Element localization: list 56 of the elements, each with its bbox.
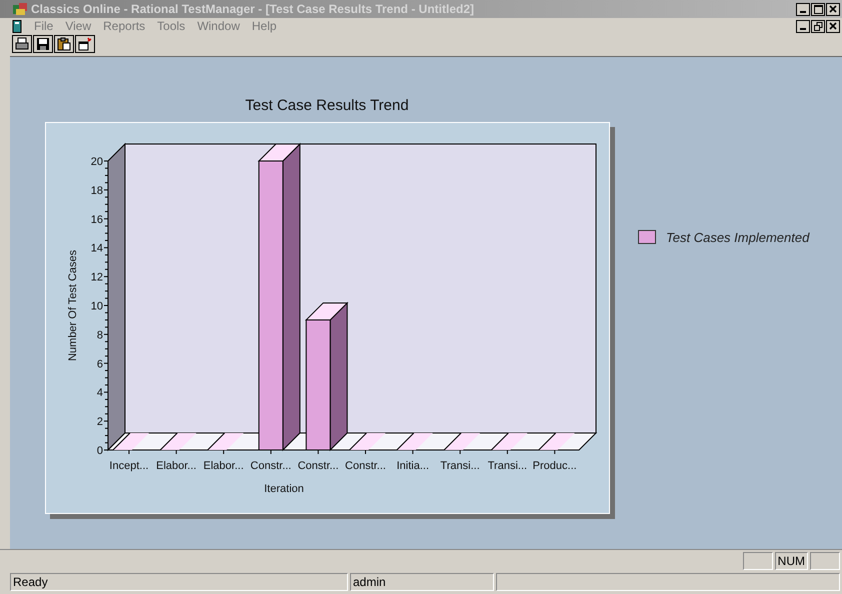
- status-text: admin: [350, 573, 494, 591]
- y-tick-label: 8: [96, 329, 102, 342]
- new-window-button[interactable]: [75, 35, 95, 53]
- window-icon: [78, 37, 92, 51]
- menu-item[interactable]: View: [65, 19, 92, 33]
- y-tick-label: 12: [90, 272, 102, 284]
- y-tick-label: 6: [96, 358, 102, 370]
- menu-item[interactable]: Reports: [103, 19, 146, 33]
- restore-icon: [814, 22, 822, 30]
- maximize-button[interactable]: [811, 2, 825, 16]
- status-indicator: NUM: [774, 552, 808, 570]
- y-tick-label: 18: [90, 184, 102, 197]
- chart-title: Test Case Results Trend: [245, 97, 409, 114]
- y-tick-label: 0: [96, 445, 102, 457]
- x-tick-label: Constr...: [250, 460, 291, 472]
- menu-item[interactable]: Tools: [157, 19, 186, 33]
- y-tick-label: 2: [96, 416, 102, 428]
- y-tick-label: 10: [90, 300, 102, 312]
- x-tick-label: Initia...: [396, 460, 428, 472]
- status-text: Ready: [10, 573, 348, 591]
- document-icon: [12, 20, 22, 32]
- close-button[interactable]: [826, 20, 840, 32]
- save-button[interactable]: [33, 35, 53, 53]
- legend-label: Test Cases Implemented: [666, 230, 810, 244]
- paste-button[interactable]: [54, 35, 74, 53]
- y-tick-label: 14: [90, 242, 102, 255]
- x-axis-title: Iteration: [264, 483, 304, 495]
- app-icon: [12, 2, 28, 16]
- y-tick-label: 4: [96, 387, 102, 400]
- minimize-button[interactable]: [796, 20, 810, 32]
- menu-item[interactable]: File: [34, 19, 54, 33]
- menu-item[interactable]: Help: [252, 19, 277, 33]
- close-button[interactable]: [826, 2, 840, 16]
- close-icon: [829, 22, 837, 30]
- x-tick-label: Transi...: [487, 460, 527, 472]
- status-pane: [810, 552, 840, 570]
- clipboard-icon: [57, 37, 71, 51]
- x-tick-label: Elabor...: [156, 460, 196, 472]
- x-tick-label: Constr...: [297, 460, 338, 472]
- maximize-icon: [814, 4, 822, 14]
- y-axis-title: Number Of Test Cases: [66, 250, 78, 362]
- restore-button[interactable]: [811, 20, 825, 32]
- x-tick-label: Produc...: [532, 460, 576, 472]
- minimize-button[interactable]: [796, 2, 810, 16]
- y-tick-label: 20: [90, 156, 102, 168]
- printer-icon: [15, 37, 29, 51]
- close-icon: [829, 5, 837, 13]
- y-tick-label: 16: [90, 214, 102, 226]
- x-tick-label: Transi...: [440, 460, 480, 472]
- print-button[interactable]: [12, 35, 32, 53]
- window-title: Classics Online - Rational TestManager - [Test Case Results Trend - Untitled2]: [31, 2, 475, 16]
- menu-item[interactable]: Window: [197, 19, 240, 33]
- x-tick-label: Incept...: [108, 460, 148, 472]
- x-tick-label: Elabor...: [202, 460, 244, 472]
- x-tick-label: Constr...: [344, 460, 386, 472]
- status-pane: [742, 552, 773, 570]
